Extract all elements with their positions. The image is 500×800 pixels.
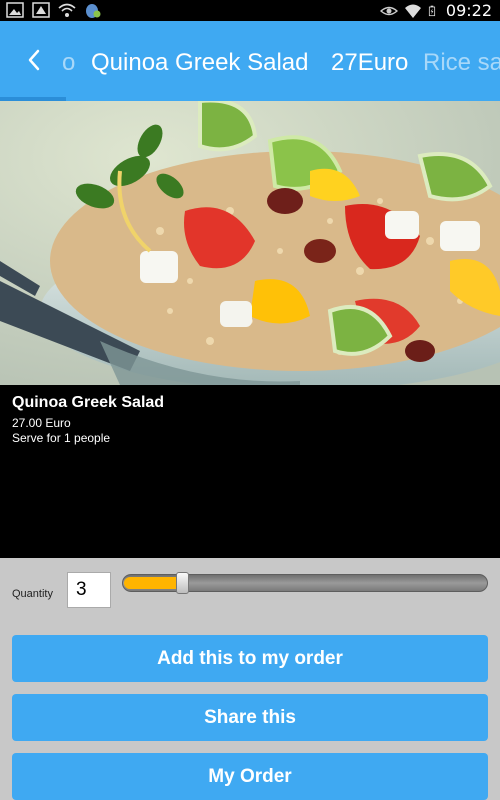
share-button[interactable]: Share this (12, 694, 488, 741)
wifi-icon (58, 3, 76, 17)
dish-info-panel: Quinoa Greek Salad 27.00 Euro Serve for … (0, 385, 500, 558)
image-icon (6, 2, 24, 18)
eye-icon (379, 6, 398, 15)
wifi-icon (404, 4, 421, 18)
title-price: 27Euro (331, 49, 409, 76)
my-order-button[interactable]: My Order (12, 753, 488, 800)
action-bar: o Quinoa Greek Salad 27Euro Rice sa (0, 21, 500, 101)
quantity-label: Quantity (12, 588, 53, 600)
dish-name: Quinoa Greek Salad (12, 394, 165, 411)
quantity-slider-fill (124, 577, 182, 589)
title-pager[interactable]: o Quinoa Greek Salad 27Euro Rice sa (0, 21, 500, 101)
android-icon (86, 4, 101, 18)
dish-photo (0, 101, 500, 385)
status-bar: 09:22 (0, 0, 500, 21)
quantity-slider[interactable] (122, 572, 488, 594)
page-title: Quinoa Greek Salad (91, 49, 309, 76)
add-to-order-button[interactable]: Add this to my order (12, 635, 488, 682)
quantity-field[interactable]: 3 (67, 572, 111, 608)
previous-item-title[interactable]: o (62, 49, 75, 77)
usb-debug-icon (32, 2, 50, 18)
next-item-title[interactable]: Rice sa (423, 49, 500, 77)
battery-charging-icon (428, 5, 435, 16)
clock: 09:22 (445, 1, 492, 20)
quantity-slider-thumb[interactable] (176, 572, 189, 594)
dish-serves: Serve for 1 people (12, 431, 111, 445)
dish-price: 27.00 Euro (12, 416, 71, 430)
